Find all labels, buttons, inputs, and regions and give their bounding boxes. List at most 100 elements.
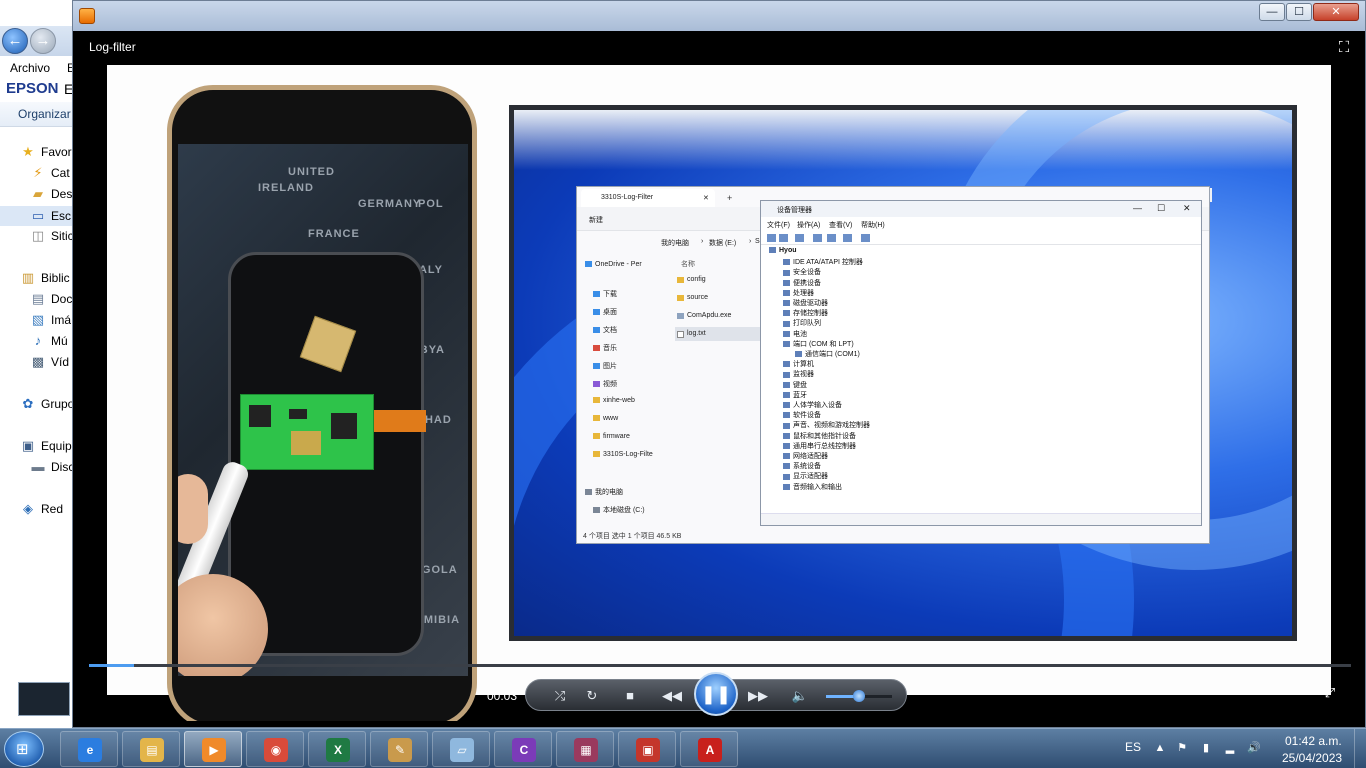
back-button[interactable]: ←	[2, 28, 28, 54]
device-node[interactable]: 系统设备	[783, 461, 821, 471]
taskbar-internet-explorer[interactable]: e	[60, 731, 118, 767]
sidebar-item[interactable]: 下载	[593, 289, 617, 303]
nav-tree-item[interactable]: ♪ Mú	[0, 331, 80, 351]
volume-knob[interactable]	[853, 690, 865, 702]
device-node[interactable]: 计算机	[783, 359, 814, 369]
device-node[interactable]: 网络适配器	[783, 451, 828, 461]
device-node[interactable]: 打印队列	[783, 318, 821, 328]
device-node[interactable]: Hyou	[769, 247, 797, 257]
tab-close-icon[interactable]: ✕	[703, 194, 709, 202]
taskbar-notepad[interactable]: ▱	[432, 731, 490, 767]
dm-menu-help[interactable]: 帮助(H)	[861, 220, 885, 230]
dm-menu-action[interactable]: 操作(A)	[797, 220, 820, 230]
device-node[interactable]: IDE ATA/ATAPI 控制器	[783, 257, 863, 267]
nav-tree-item[interactable]: ★ Favor	[0, 142, 80, 162]
video-thumbnail[interactable]	[18, 682, 70, 716]
volume-tray-icon[interactable]: 🔊	[1247, 741, 1261, 755]
nav-tree-item[interactable]: ▥ Biblic	[0, 268, 80, 288]
device-node[interactable]: 监视器	[783, 369, 814, 379]
stop-icon[interactable]: ■	[618, 684, 642, 708]
file-row[interactable]: config	[675, 273, 761, 287]
forward-button[interactable]: →	[30, 28, 56, 54]
sidebar-item[interactable]: 图片	[593, 361, 617, 375]
nav-tree-item[interactable]: ▧ Imá	[0, 310, 80, 330]
minimize-button[interactable]: —	[1259, 3, 1285, 21]
taskbar-code-editor[interactable]: C	[494, 731, 552, 767]
show-desktop-button[interactable]	[1354, 729, 1366, 768]
device-node[interactable]: 鼠标和其他指针设备	[783, 431, 856, 441]
sidebar-item[interactable]: 桌面	[593, 307, 617, 321]
device-node[interactable]: 通用串行总线控制器	[783, 441, 856, 451]
taskbar-chrome[interactable]: ◉	[246, 731, 304, 767]
close-button[interactable]: ✕	[1313, 3, 1359, 21]
sidebar-item[interactable]: 文档	[593, 325, 617, 339]
nav-tree-item[interactable]: ◫ Sitic	[0, 226, 80, 246]
nav-tree-item[interactable]: ✿ Grupo	[0, 394, 80, 414]
maximize-button[interactable]: ☐	[1286, 3, 1312, 21]
sidebar-item[interactable]: 3310S-Log-Filte	[593, 451, 653, 465]
sidebar-item[interactable]: 音乐	[593, 343, 617, 357]
sidebar-item[interactable]: www	[593, 415, 618, 429]
device-node[interactable]: 通信端口 (COM1)	[795, 349, 860, 359]
sidebar-item[interactable]: 视频	[593, 379, 617, 393]
new-tab-icon[interactable]: +	[727, 193, 732, 203]
nav-tree-item[interactable]: ▰ Des	[0, 184, 80, 204]
device-node[interactable]: 处理器	[783, 288, 814, 298]
device-manager-titlebar[interactable]: 设备管理器 — ☐ ✕	[761, 201, 1201, 217]
device-node[interactable]: 便携设备	[783, 278, 821, 288]
nav-tree-item[interactable]: ▭ Esc	[0, 206, 80, 226]
nav-tree-item[interactable]: ▬ Disc	[0, 457, 80, 477]
dm-monitor-icon[interactable]	[861, 234, 870, 242]
start-button[interactable]: ⊞	[4, 731, 44, 767]
volume-slider[interactable]	[826, 690, 892, 702]
device-node[interactable]: 安全设备	[783, 267, 821, 277]
nav-tree-item[interactable]: ◈ Red	[0, 499, 80, 519]
column-name-header[interactable]: 名称	[681, 259, 695, 269]
device-node[interactable]: 磁盘驱动器	[783, 298, 828, 308]
fullscreen-icon[interactable]: ⛶	[1333, 37, 1355, 59]
clock-date[interactable]: 25/04/2023	[1282, 751, 1342, 765]
dm-back-icon[interactable]	[767, 234, 776, 242]
device-node[interactable]: 声音、视频和游戏控制器	[783, 420, 870, 430]
repeat-icon[interactable]: ↻	[580, 684, 604, 708]
taskbar-paint[interactable]: ✎	[370, 731, 428, 767]
taskbar-media-player[interactable]: ▶	[184, 731, 242, 767]
new-button[interactable]: 新建	[589, 215, 603, 225]
seek-bar[interactable]	[89, 664, 1351, 667]
nav-tree-item[interactable]: ⚡ Cat	[0, 163, 80, 183]
power-icon[interactable]: ▮	[1199, 741, 1213, 755]
address-crumb[interactable]: 我的电脑	[661, 238, 689, 248]
dm-minimize-icon[interactable]: —	[1133, 203, 1142, 213]
sidebar-item[interactable]: 本地磁盘 (C:)	[593, 505, 645, 519]
device-node[interactable]: 显示适配器	[783, 471, 828, 481]
dm-close-icon[interactable]: ✕	[1183, 203, 1191, 214]
file-row[interactable]: source	[675, 291, 761, 305]
previous-icon[interactable]: ◀◀	[660, 684, 684, 708]
device-node[interactable]: 音频输入和输出	[783, 482, 842, 492]
device-node[interactable]: 蓝牙	[783, 390, 807, 400]
taskbar-excel[interactable]: X	[308, 731, 366, 767]
show-hidden-icons[interactable]: ▲	[1153, 741, 1167, 755]
player-titlebar[interactable]: — ☐ ✕	[73, 1, 1365, 31]
video-area[interactable]: Log-filter ⛶ UNITED IRELAND GERMANY FRANCE P…	[75, 31, 1365, 721]
sidebar-item[interactable]: 我的电脑	[585, 487, 623, 501]
device-node[interactable]: 软件设备	[783, 410, 821, 420]
speaker-icon[interactable]: 🔈	[788, 684, 812, 708]
organize-button[interactable]: Organizar	[18, 107, 71, 121]
dm-menu-file[interactable]: 文件(F)	[767, 220, 790, 230]
dm-scan-icon[interactable]	[843, 234, 852, 242]
dm-help-icon[interactable]	[813, 234, 822, 242]
shuffle-icon[interactable]: ⤮	[548, 684, 572, 708]
sidebar-item[interactable]: firmware	[593, 433, 630, 447]
next-icon[interactable]: ▶▶	[746, 684, 770, 708]
dm-properties-icon[interactable]	[795, 234, 804, 242]
dm-maximize-icon[interactable]: ☐	[1157, 203, 1165, 214]
dm-forward-icon[interactable]	[779, 234, 788, 242]
device-node[interactable]: 端口 (COM 和 LPT)	[783, 339, 854, 349]
taskbar-acrobat[interactable]: A	[680, 731, 738, 767]
device-node[interactable]: 电池	[783, 329, 807, 339]
menu-archivo[interactable]: Archivo	[10, 61, 50, 75]
device-node[interactable]: 键盘	[783, 380, 807, 390]
language-indicator[interactable]: ES	[1125, 740, 1141, 754]
nav-tree-item[interactable]: ▤ Doc	[0, 289, 80, 309]
